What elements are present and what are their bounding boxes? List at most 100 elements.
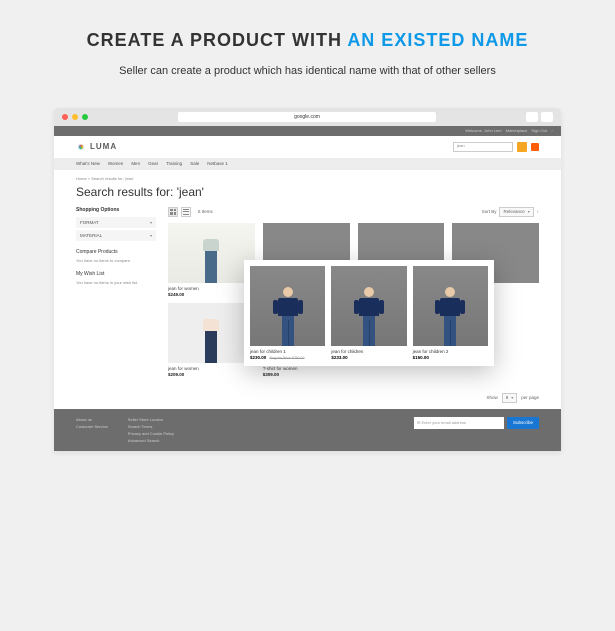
list-icon (183, 209, 189, 215)
newsletter: ✉ Enter your email address Subscribe (414, 417, 539, 429)
url-text: google.com (294, 114, 320, 120)
product-image (168, 223, 255, 283)
promo-title-part1: CREATE A PRODUCT WITH (87, 30, 348, 50)
highlight-price: $233.00 (331, 355, 406, 360)
subscribe-button[interactable]: Subscribe (507, 417, 539, 429)
main-nav: What's New Women Men Gear Training Sale … (54, 158, 561, 170)
nav-item[interactable]: What's New (76, 161, 100, 166)
grid-view-button[interactable] (168, 207, 178, 217)
product-image (168, 303, 255, 363)
browser-window: google.com Welcome, John Lee! Marketplac… (54, 108, 561, 451)
marketplace-link[interactable]: Marketplace (506, 128, 528, 133)
highlight-overlay: jean for children 1 $230.00 Regular Pric… (244, 260, 494, 366)
wishlist-text: You have no items in your wish list. (76, 280, 156, 285)
browser-button-1[interactable] (526, 112, 538, 122)
cart-icon[interactable] (531, 143, 539, 151)
search-value: jean (457, 143, 465, 148)
nav-item[interactable]: Men (131, 161, 140, 166)
minimize-window-icon[interactable] (72, 114, 78, 120)
header-tools: jean (453, 142, 539, 152)
nav-item[interactable]: Women (108, 161, 123, 166)
signout-link[interactable]: Sign Out (531, 128, 547, 133)
sort-select[interactable]: Relevance▾ (499, 207, 533, 217)
site-logo[interactable]: LUMA (76, 142, 117, 152)
sort-direction-icon[interactable]: ↑ (537, 209, 539, 214)
breadcrumb: Home > Search results for: 'jean' (76, 176, 539, 181)
chevron-down-icon: ▾ (150, 233, 152, 238)
pager-show-label: Show (486, 395, 497, 400)
product-price: $249.00 (168, 292, 255, 297)
pager-bar: Show 9▾ per page (54, 387, 561, 409)
footer-link[interactable]: Search Terms (128, 424, 174, 429)
nav-item[interactable]: Training (166, 161, 182, 166)
highlight-price: $230.00 Regular Price $250.00 (250, 355, 325, 360)
window-controls (62, 114, 88, 120)
chevron-down-icon: ▾ (511, 395, 513, 400)
search-button[interactable] (517, 142, 527, 152)
shopping-options-title: Shopping Options (76, 207, 156, 213)
filter-label: MATERIAL (80, 233, 102, 238)
content: Home > Search results for: 'jean' Search… (54, 170, 561, 387)
product-card[interactable]: jean for women $209.00 (168, 303, 255, 377)
product-name: jean for women (168, 286, 255, 291)
page: Welcome, John Lee! Marketplace Sign Out … (54, 126, 561, 451)
newsletter-input[interactable]: ✉ Enter your email address (414, 417, 504, 429)
highlight-name: jean for children (331, 349, 406, 354)
highlight-image (331, 266, 406, 346)
logo-icon (76, 142, 86, 152)
footer-link[interactable]: Seller Store Locator (128, 417, 174, 422)
product-price: $309.00 (263, 372, 350, 377)
search-input[interactable]: jean (453, 142, 513, 152)
chevron-down-icon: ▾ (528, 209, 530, 214)
promo-title: CREATE A PRODUCT WITH AN EXISTED NAME (40, 30, 575, 51)
filter-format[interactable]: FORMAT▾ (76, 217, 156, 228)
newsletter-placeholder: Enter your email address (421, 420, 465, 425)
footer-link[interactable]: Customer Service (76, 424, 108, 429)
footer-col-1: About us Customer Service (76, 417, 108, 443)
footer-link[interactable]: Privacy and Cookie Policy (128, 431, 174, 436)
highlight-card[interactable]: jean for children $233.00 (331, 266, 406, 360)
filter-label: FORMAT (80, 220, 99, 225)
subscribe-label: Subscribe (513, 420, 533, 425)
highlight-image (250, 266, 325, 346)
highlight-card[interactable]: jean for children 2 $150.00 (413, 266, 488, 360)
promo-title-part2: AN EXISTED NAME (347, 30, 528, 50)
url-bar[interactable]: google.com (178, 112, 436, 122)
logo-text: LUMA (90, 142, 117, 151)
close-window-icon[interactable] (62, 114, 68, 120)
nav-item[interactable]: Gear (148, 161, 158, 166)
footer-links: About us Customer Service Seller Store L… (76, 417, 174, 443)
footer-link[interactable]: Advanced Search (128, 438, 174, 443)
page-title: Search results for: 'jean' (76, 185, 539, 199)
site-footer: About us Customer Service Seller Store L… (54, 409, 561, 451)
pager-select[interactable]: 9▾ (502, 393, 518, 403)
grid-icon (170, 209, 176, 215)
pager-per-page-label: per page (521, 395, 539, 400)
nav-item[interactable]: Sale (190, 161, 199, 166)
item-count: 6 Items (198, 209, 213, 214)
browser-button-2[interactable] (541, 112, 553, 122)
sort-label: Sort By (482, 209, 497, 214)
highlight-image (413, 266, 488, 346)
sidebar: Shopping Options FORMAT▾ MATERIAL ▾ Compa… (76, 207, 156, 377)
pager-value: 9 (506, 395, 509, 400)
site-header: LUMA jean (54, 136, 561, 158)
maximize-window-icon[interactable] (82, 114, 88, 120)
promo-subtitle: Seller can create a product which has id… (98, 63, 518, 80)
product-card[interactable]: jean for women $249.00 (168, 223, 255, 297)
browser-chrome-bar: google.com (54, 108, 561, 126)
browser-action-buttons (526, 112, 553, 122)
list-view-button[interactable] (181, 207, 191, 217)
footer-link[interactable]: About us (76, 417, 108, 422)
compare-title: Compare Products (76, 249, 156, 255)
highlight-name: jean for children 1 (250, 349, 325, 354)
nav-item[interactable]: Netbase 1 (207, 161, 228, 166)
email-icon: ✉ (417, 420, 420, 425)
highlight-price: $150.00 (413, 355, 488, 360)
account-topbar: Welcome, John Lee! Marketplace Sign Out … (54, 126, 561, 136)
chevron-down-icon[interactable]: ▾ (551, 128, 553, 133)
highlight-card[interactable]: jean for children 1 $230.00 Regular Pric… (250, 266, 325, 360)
footer-col-2: Seller Store Locator Search Terms Privac… (128, 417, 174, 443)
filter-material[interactable]: MATERIAL ▾ (76, 230, 156, 241)
promo-header: CREATE A PRODUCT WITH AN EXISTED NAME Se… (0, 0, 615, 90)
